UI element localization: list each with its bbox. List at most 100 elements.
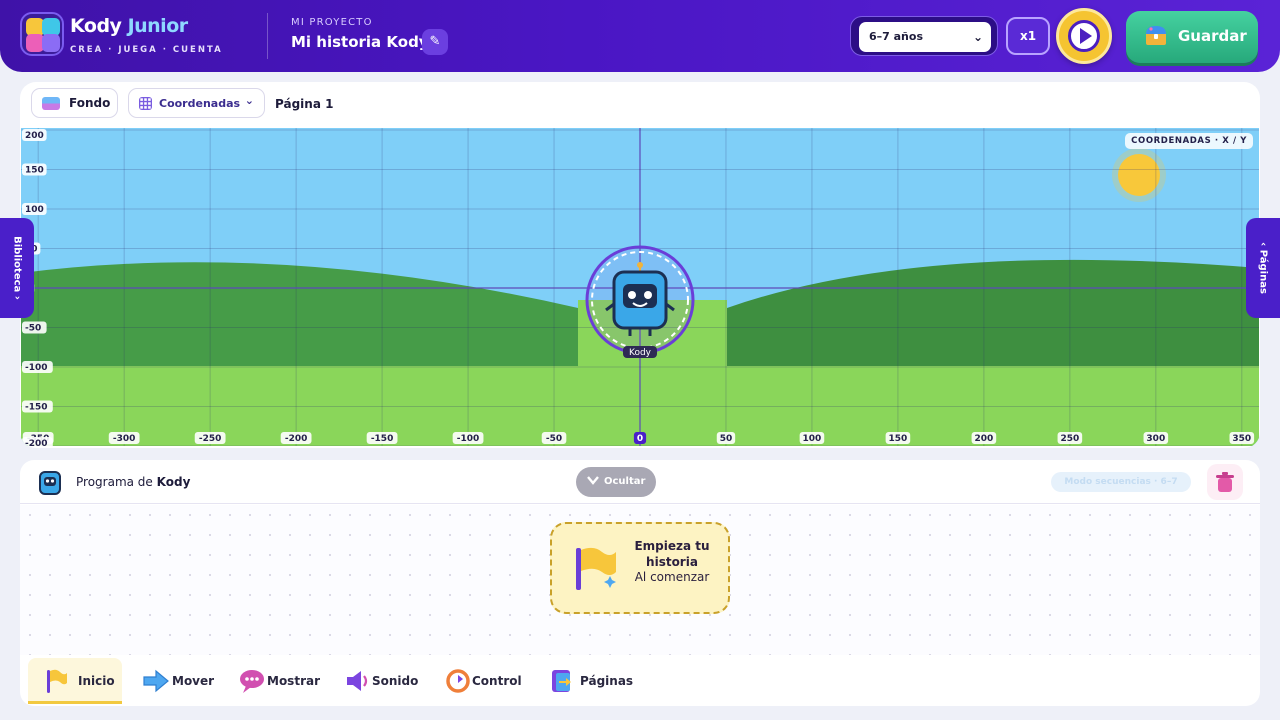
play-icon bbox=[1068, 20, 1100, 52]
x-tick-label: -200 bbox=[280, 432, 312, 444]
svg-text:-100: -100 bbox=[25, 363, 48, 373]
x-tick-label: -250 bbox=[194, 432, 226, 444]
chevron-down-icon: ⌄ bbox=[972, 30, 983, 44]
y-tick-label: 150 bbox=[22, 163, 47, 176]
svg-text:150: 150 bbox=[25, 166, 44, 176]
svg-text:100: 100 bbox=[25, 205, 44, 215]
flag-icon bbox=[576, 547, 616, 590]
x-tick-label: 200 bbox=[971, 432, 997, 444]
pages-side-tab-label: ‹ Páginas bbox=[1257, 242, 1269, 294]
tab-sonido[interactable]: Sonido bbox=[330, 658, 422, 704]
svg-text:-100: -100 bbox=[457, 434, 480, 444]
stage-panel: Fondo Coordenadas ⌄ Página 1 Kody -300 -… bbox=[20, 82, 1260, 448]
background-button[interactable]: Fondo bbox=[31, 88, 118, 118]
svg-text:200: 200 bbox=[25, 131, 44, 141]
pencil-icon: ✎ bbox=[429, 34, 441, 49]
speech-bubble-icon bbox=[240, 670, 264, 693]
svg-text:150: 150 bbox=[889, 434, 908, 444]
svg-text:-300: -300 bbox=[113, 434, 136, 444]
hide-button[interactable]: Ocultar bbox=[576, 467, 656, 497]
coordinates-badge: COORDENADAS · X / Y bbox=[1125, 133, 1253, 149]
play-button[interactable] bbox=[1056, 8, 1112, 64]
library-tab[interactable]: Biblioteca › bbox=[0, 218, 34, 318]
start-block-subtitle: Al comenzar bbox=[634, 570, 710, 584]
tab-control[interactable]: Control bbox=[430, 658, 528, 704]
header-divider bbox=[267, 13, 268, 59]
x-tick-label: 300 bbox=[1143, 432, 1169, 444]
treasure-chest-icon bbox=[1146, 26, 1166, 45]
svg-text:-150: -150 bbox=[25, 403, 48, 413]
page-label: Página 1 bbox=[275, 97, 334, 111]
age-select[interactable]: 6–7 años ⌄ bbox=[859, 22, 991, 52]
svg-text:100: 100 bbox=[803, 434, 822, 444]
pages-side-tab[interactable]: ‹ Páginas bbox=[1246, 218, 1280, 318]
category-tabs: Inicio Mover Mostrar Sonido Control Pági… bbox=[20, 656, 1260, 706]
arrow-right-icon bbox=[143, 669, 169, 693]
svg-text:300: 300 bbox=[1146, 434, 1165, 444]
svg-text:-200: -200 bbox=[285, 434, 308, 444]
project-name[interactable]: Mi historia Kody bbox=[291, 33, 429, 51]
brand-tagline: CREA · JUEGA · CUENTA bbox=[70, 45, 223, 55]
library-tab-label: Biblioteca › bbox=[11, 236, 23, 300]
y-tick-label: -200 bbox=[22, 437, 53, 446]
y-tick-label: 200 bbox=[22, 129, 47, 141]
svg-text:200: 200 bbox=[974, 434, 993, 444]
x-tick-label: -300 bbox=[108, 432, 140, 444]
save-label: Guardar bbox=[1178, 27, 1247, 45]
image-icon bbox=[42, 97, 60, 110]
chevron-down-icon bbox=[587, 476, 599, 485]
speaker-icon bbox=[347, 671, 368, 691]
kody-avatar bbox=[39, 471, 61, 495]
start-block-title: Empieza tu historia bbox=[634, 539, 710, 569]
x-tick-label: 50 bbox=[716, 432, 736, 444]
speed-button[interactable]: x1 bbox=[1006, 17, 1050, 55]
stage-canvas[interactable]: Kody -350-300-250-200-150-100-5005010015… bbox=[21, 128, 1259, 446]
y-tick-label: 100 bbox=[22, 203, 47, 215]
svg-text:-50: -50 bbox=[546, 434, 562, 444]
loop-icon bbox=[446, 669, 470, 693]
x-tick-label: 350 bbox=[1229, 432, 1255, 444]
program-header: Programa de Kody Ocultar Modo secuencias… bbox=[20, 460, 1260, 504]
svg-text:50: 50 bbox=[720, 434, 733, 444]
trash-icon bbox=[1216, 472, 1234, 492]
x-tick-label: 0 bbox=[633, 432, 647, 444]
x-tick-label: 250 bbox=[1057, 432, 1083, 444]
chevron-down-icon: ⌄ bbox=[244, 94, 254, 107]
tab-mover[interactable]: Mover bbox=[128, 658, 218, 704]
program-canvas[interactable]: Empieza tu historia Al comenzar bbox=[20, 505, 1260, 655]
program-title: Programa de Kody bbox=[76, 475, 191, 489]
age-selector-wrap: 6–7 años ⌄ bbox=[850, 16, 998, 56]
trash-button[interactable] bbox=[1207, 464, 1243, 500]
svg-text:-150: -150 bbox=[371, 434, 394, 444]
character-label: Kody bbox=[629, 348, 652, 358]
save-button[interactable]: Guardar bbox=[1126, 11, 1258, 63]
grid-icon bbox=[139, 97, 152, 110]
flag-icon bbox=[47, 669, 67, 693]
x-tick-label: 150 bbox=[885, 432, 911, 444]
tab-mostrar[interactable]: Mostrar bbox=[224, 658, 324, 704]
x-tick-label: -100 bbox=[452, 432, 484, 444]
x-tick-label: 100 bbox=[799, 432, 825, 444]
stage-scene: Kody -350-300-250-200-150-100-5005010015… bbox=[21, 128, 1259, 446]
x-tick-label: -50 bbox=[541, 432, 567, 444]
start-block[interactable]: Empieza tu historia Al comenzar bbox=[550, 522, 730, 614]
tab-paginas[interactable]: Páginas bbox=[534, 658, 634, 704]
svg-text:-50: -50 bbox=[25, 324, 41, 334]
mode-badge: Modo secuencias · 6–7 bbox=[1051, 472, 1191, 492]
edit-project-name-button[interactable]: ✎ bbox=[422, 29, 448, 55]
brand-name: Kody Junior bbox=[70, 15, 188, 37]
tab-inicio[interactable]: Inicio bbox=[28, 658, 122, 704]
coordinates-dropdown[interactable]: Coordenadas ⌄ bbox=[128, 88, 265, 118]
program-panel: Programa de Kody Ocultar Modo secuencias… bbox=[20, 460, 1260, 706]
app-header: Kody Junior CREA · JUEGA · CUENTA MI PRO… bbox=[0, 0, 1280, 72]
svg-text:-250: -250 bbox=[199, 434, 222, 444]
project-label: MI PROYECTO bbox=[291, 17, 373, 28]
y-tick-label: -100 bbox=[22, 361, 53, 373]
y-tick-label: -150 bbox=[22, 400, 53, 413]
svg-text:250: 250 bbox=[1060, 434, 1079, 444]
svg-text:-200: -200 bbox=[25, 439, 48, 446]
puzzle-logo-icon bbox=[20, 12, 64, 56]
page-arrow-icon bbox=[552, 670, 571, 692]
svg-text:0: 0 bbox=[637, 434, 643, 444]
svg-text:350: 350 bbox=[1232, 434, 1251, 444]
